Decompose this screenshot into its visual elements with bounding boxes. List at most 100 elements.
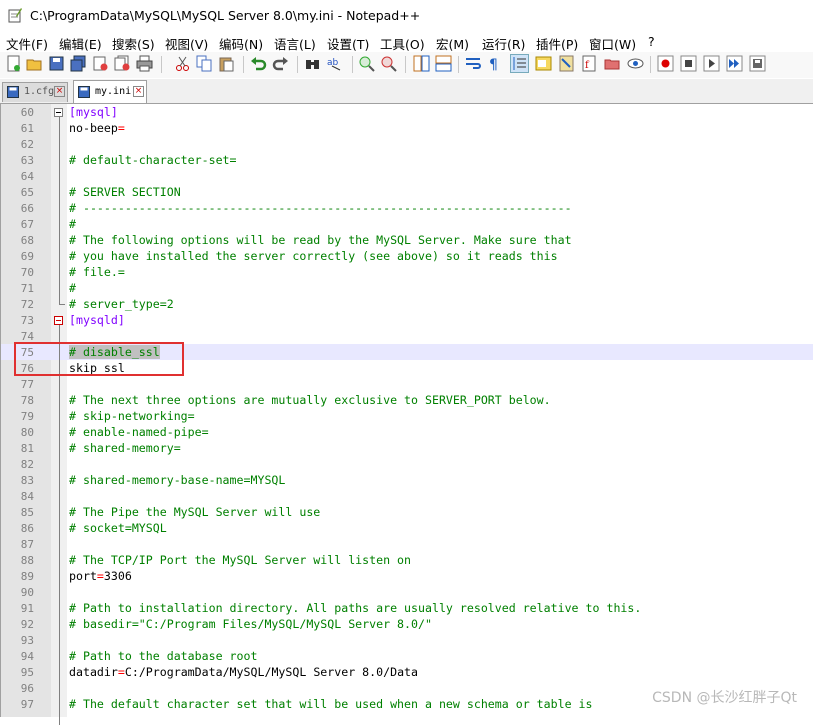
- menu-tools[interactable]: 工具(O): [380, 34, 425, 53]
- code-line[interactable]: 68 # The following options will be read b…: [1, 232, 813, 248]
- cut-icon[interactable]: [174, 55, 191, 72]
- line-text: # The following options will be read by …: [69, 233, 572, 247]
- replace-icon[interactable]: ab: [326, 55, 343, 72]
- line-number: 87: [20, 538, 34, 551]
- code-line[interactable]: 72 # server_type=2: [1, 296, 813, 312]
- code-line[interactable]: 61 no-beep=: [1, 120, 813, 136]
- code-line[interactable]: 92 # basedir="C:/Program Files/MySQL/MySQ…: [1, 616, 813, 632]
- code-line[interactable]: 85 # The Pipe the MySQL Server will use: [1, 504, 813, 520]
- line-number: 66: [20, 202, 34, 215]
- sync-vertical-icon[interactable]: [413, 55, 430, 72]
- code-line[interactable]: 60 [mysql]: [1, 104, 813, 120]
- zoom-in-icon[interactable]: [358, 55, 375, 72]
- code-line[interactable]: 66 # ------------------------------------…: [1, 200, 813, 216]
- line-number: 63: [20, 154, 34, 167]
- undo-icon[interactable]: [250, 55, 267, 72]
- code-line[interactable]: 79 # skip-networking=: [1, 408, 813, 424]
- code-line[interactable]: 88 # The TCP/IP Port the MySQL Server wil…: [1, 552, 813, 568]
- function-list-icon[interactable]: f: [581, 55, 598, 72]
- fold-toggle-icon[interactable]: [54, 316, 63, 325]
- copy-icon[interactable]: [196, 55, 213, 72]
- comment-text: # Path to installation directory. All pa…: [69, 601, 642, 615]
- show-all-chars-icon[interactable]: ¶: [486, 55, 503, 72]
- code-line[interactable]: 67 #: [1, 216, 813, 232]
- line-text: # shared-memory-base-name=MYSQL: [69, 473, 285, 487]
- menu-macro[interactable]: 宏(M): [436, 34, 469, 53]
- redo-icon[interactable]: [272, 55, 289, 72]
- monitoring-icon[interactable]: [627, 55, 644, 72]
- print-icon[interactable]: [136, 55, 153, 72]
- sync-horizontal-icon[interactable]: [435, 55, 452, 72]
- close-file-icon[interactable]: [92, 55, 109, 72]
- tab-1-cfg[interactable]: 1.cfg ×: [2, 82, 68, 102]
- menu-settings[interactable]: 设置(T): [327, 34, 369, 53]
- menu-search[interactable]: 搜索(S): [112, 34, 155, 53]
- toolbar: ab ¶ f: [0, 52, 813, 78]
- open-file-icon[interactable]: [26, 55, 43, 72]
- code-line[interactable]: 63 # default-character-set=: [1, 152, 813, 168]
- comment-text: # SERVER SECTION: [69, 185, 181, 199]
- menu-encoding[interactable]: 编码(N): [219, 34, 263, 53]
- menu-help[interactable]: ?: [648, 34, 655, 49]
- save-macro-icon[interactable]: [749, 55, 766, 72]
- comment-text: # shared-memory-base-name=MYSQL: [69, 473, 286, 487]
- code-line[interactable]: 87: [1, 536, 813, 552]
- play-macro-icon[interactable]: [703, 55, 720, 72]
- code-line[interactable]: 94 # Path to the database root: [1, 648, 813, 664]
- code-line[interactable]: 62: [1, 136, 813, 152]
- code-line[interactable]: 81 # shared-memory=: [1, 440, 813, 456]
- code-line[interactable]: 83 # shared-memory-base-name=MYSQL: [1, 472, 813, 488]
- stop-macro-icon[interactable]: [680, 55, 697, 72]
- line-number: 73: [20, 314, 34, 327]
- zoom-out-icon[interactable]: [380, 55, 397, 72]
- menu-run[interactable]: 运行(R): [482, 34, 525, 53]
- line-text: # file.=: [69, 265, 125, 279]
- code-line[interactable]: 69 # you have installed the server correc…: [1, 248, 813, 264]
- menu-edit[interactable]: 编辑(E): [59, 34, 102, 53]
- find-icon[interactable]: [304, 55, 321, 72]
- code-line[interactable]: 84: [1, 488, 813, 504]
- doc-map-icon[interactable]: [558, 55, 575, 72]
- code-line[interactable]: 65 # SERVER SECTION: [1, 184, 813, 200]
- code-line[interactable]: 95 datadir=C:/ProgramData/MySQL/MySQL Ser…: [1, 664, 813, 680]
- run-macro-multiple-icon[interactable]: [726, 55, 743, 72]
- tab-my-ini[interactable]: my.ini ×: [73, 80, 147, 103]
- code-line[interactable]: 93: [1, 632, 813, 648]
- saved-file-icon: [7, 86, 19, 98]
- menu-language[interactable]: 语言(L): [274, 34, 316, 53]
- code-line[interactable]: 71 #: [1, 280, 813, 296]
- line-number: 68: [20, 234, 34, 247]
- menu-plugins[interactable]: 插件(P): [536, 34, 578, 53]
- folder-workspace-icon[interactable]: [604, 55, 621, 72]
- code-line[interactable]: 91 # Path to installation directory. All …: [1, 600, 813, 616]
- new-file-icon[interactable]: [5, 55, 22, 72]
- toolbar-separator: [161, 56, 162, 73]
- fold-toggle-icon[interactable]: [54, 108, 63, 117]
- save-icon[interactable]: [48, 55, 65, 72]
- save-all-icon[interactable]: [70, 55, 87, 72]
- menu-file[interactable]: 文件(F): [6, 34, 48, 53]
- menu-window[interactable]: 窗口(W): [589, 34, 636, 53]
- code-line[interactable]: 90: [1, 584, 813, 600]
- code-line[interactable]: 78 # The next three options are mutually …: [1, 392, 813, 408]
- code-line[interactable]: 70 # file.=: [1, 264, 813, 280]
- code-line[interactable]: 89 port=3306: [1, 568, 813, 584]
- word-wrap-icon[interactable]: [465, 55, 482, 72]
- close-tab-icon[interactable]: ×: [133, 86, 144, 97]
- comment-text: # basedir="C:/Program Files/MySQL/MySQL …: [69, 617, 432, 631]
- close-all-icon[interactable]: [114, 55, 131, 72]
- record-macro-icon[interactable]: [657, 55, 674, 72]
- code-line[interactable]: 64: [1, 168, 813, 184]
- code-line[interactable]: 82: [1, 456, 813, 472]
- user-language-icon[interactable]: [535, 55, 552, 72]
- editor-pane[interactable]: 60 [mysql] 61 no-beep= 62 63 # default-charact…: [0, 104, 813, 725]
- paste-icon[interactable]: [218, 55, 235, 72]
- code-line[interactable]: 80 # enable-named-pipe=: [1, 424, 813, 440]
- indent-guide-icon[interactable]: [510, 54, 529, 73]
- code-line[interactable]: 73 [mysqld]: [1, 312, 813, 328]
- menu-view[interactable]: 视图(V): [165, 34, 208, 53]
- close-tab-icon[interactable]: ×: [54, 86, 65, 97]
- code-line[interactable]: 77: [1, 376, 813, 392]
- code-line[interactable]: 86 # socket=MYSQL: [1, 520, 813, 536]
- comment-text: #: [69, 217, 76, 231]
